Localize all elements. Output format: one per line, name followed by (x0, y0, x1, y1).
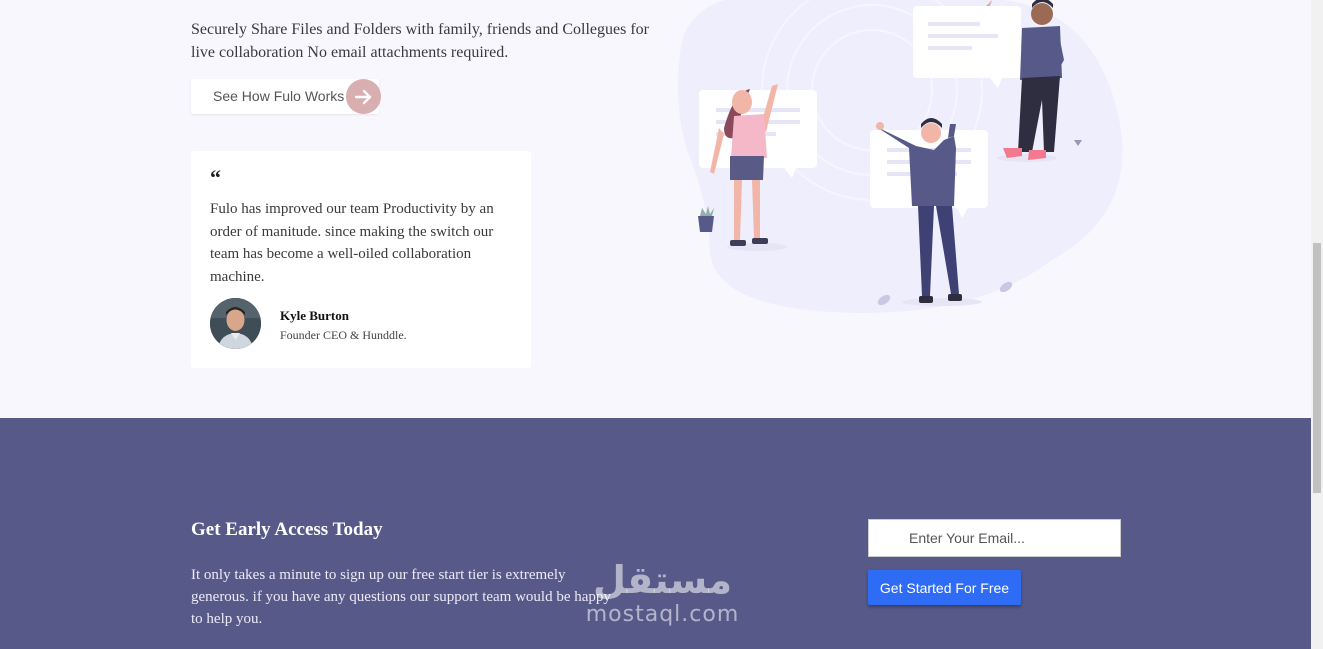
hero-intro-text: Securely Share Files and Folders with fa… (191, 21, 649, 61)
author-role: Founder CEO & Hunddle. (280, 328, 407, 342)
see-how-it-works-button[interactable]: See How Fulo Works (191, 79, 381, 114)
people-collaborating-illustration (672, 0, 1132, 330)
avatar (210, 298, 261, 349)
watermark-logo: مستقل mostaql.com (580, 558, 745, 638)
author-name: Kyle Burton (280, 308, 349, 323)
watermark-latin: mostaql.com (585, 602, 740, 627)
early-access-description: It only takes a minute to sign up our fr… (191, 567, 611, 627)
testimonial-card: “ Fulo has improved our team Productivit… (191, 151, 531, 368)
email-field[interactable] (868, 519, 1121, 557)
arrow-right-icon (346, 79, 381, 114)
testimonial-text: Fulo has improved our team Productivity … (210, 201, 494, 285)
watermark-arabic: مستقل (593, 558, 732, 602)
get-started-button[interactable]: Get Started For Free (868, 570, 1021, 605)
scrollbar-thumb[interactable] (1313, 243, 1321, 493)
see-how-it-works-label: See How Fulo Works (213, 88, 345, 104)
quote-icon: “ (210, 165, 221, 190)
page-scrollbar[interactable] (1311, 0, 1323, 649)
early-access-title: Get Early Access Today (191, 519, 383, 540)
